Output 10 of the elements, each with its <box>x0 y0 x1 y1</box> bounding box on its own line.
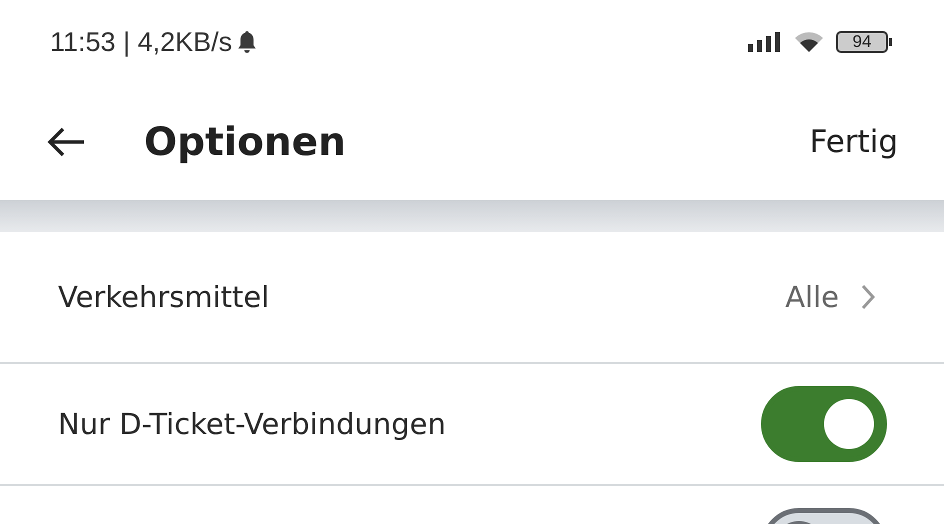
page-title: Optionen <box>144 120 347 164</box>
done-button[interactable]: Fertig <box>810 124 898 160</box>
status-time: 11:53 | 4,2KB/s <box>50 26 232 58</box>
option-label: Nur D-Ticket-Verbindungen <box>58 407 446 441</box>
option-link[interactable]: Alle <box>785 280 875 314</box>
chevron-icon <box>861 284 875 310</box>
wifi-icon <box>794 31 824 53</box>
signal-icon <box>748 32 782 52</box>
bell-icon <box>236 30 258 54</box>
option-label: Verkehrsmittel <box>58 280 270 314</box>
